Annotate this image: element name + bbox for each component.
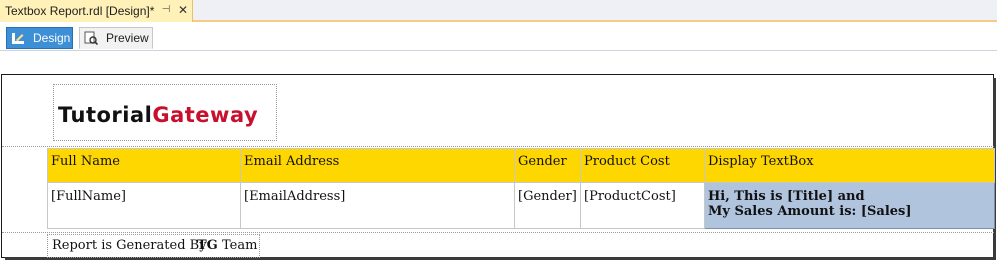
report-table[interactable]: Full Name Email Address Gender Product C… (47, 148, 995, 229)
logo-part-gateway: Gateway (152, 103, 259, 127)
footer-separator (2, 232, 994, 233)
header-product-cost[interactable]: Product Cost (580, 148, 705, 183)
tab-preview-label: Preview (106, 31, 149, 45)
pin-icon[interactable]: ⊣ (160, 3, 172, 17)
logo-part-tutorial: Tutorial (58, 103, 153, 127)
cell-email-address[interactable]: [EmailAddress] (240, 182, 515, 229)
display-line-1: Hi, This is [Title] and (708, 189, 865, 204)
footer-textbox[interactable]: Report is Generated By TG Team (47, 234, 260, 258)
tab-design-label: Design (33, 31, 71, 45)
display-line-2: My Sales Amount is: [Sales] (708, 204, 912, 219)
close-icon[interactable]: ✕ (177, 3, 189, 17)
cell-display-textbox[interactable]: Hi, This is [Title] and My Sales Amount … (704, 182, 995, 229)
document-tab-bar: Textbox Report.rdl [Design]* ⊣ ✕ (0, 0, 997, 22)
header-display-textbox[interactable]: Display TextBox (704, 148, 995, 183)
document-tab-title: Textbox Report.rdl [Design]* (5, 4, 155, 18)
header-full-name[interactable]: Full Name (47, 148, 241, 183)
footer-bold-tg: TG (197, 238, 218, 253)
cell-gender[interactable]: [Gender] (514, 182, 581, 229)
logo: TutorialGateway (58, 103, 258, 127)
header-separator (2, 146, 994, 147)
view-tab-bar: Design Preview (0, 24, 997, 51)
logo-image[interactable]: TutorialGateway (53, 84, 277, 141)
cell-product-cost[interactable]: [ProductCost] (580, 182, 705, 229)
document-tab[interactable]: Textbox Report.rdl [Design]* ⊣ ✕ (0, 0, 193, 22)
cell-fullname[interactable]: [FullName] (47, 182, 241, 229)
table-header-row: Full Name Email Address Gender Product C… (47, 148, 995, 183)
design-icon (11, 31, 25, 45)
footer-suffix: Team (222, 238, 258, 253)
tab-design[interactable]: Design (6, 27, 73, 49)
header-email-address[interactable]: Email Address (240, 148, 515, 183)
header-gender[interactable]: Gender (514, 148, 581, 183)
table-row: [FullName] [EmailAddress] [Gender] [Prod… (47, 182, 995, 229)
footer-prefix: Report is Generated By (52, 238, 207, 253)
preview-icon (84, 31, 99, 46)
tab-preview[interactable]: Preview (79, 27, 153, 49)
